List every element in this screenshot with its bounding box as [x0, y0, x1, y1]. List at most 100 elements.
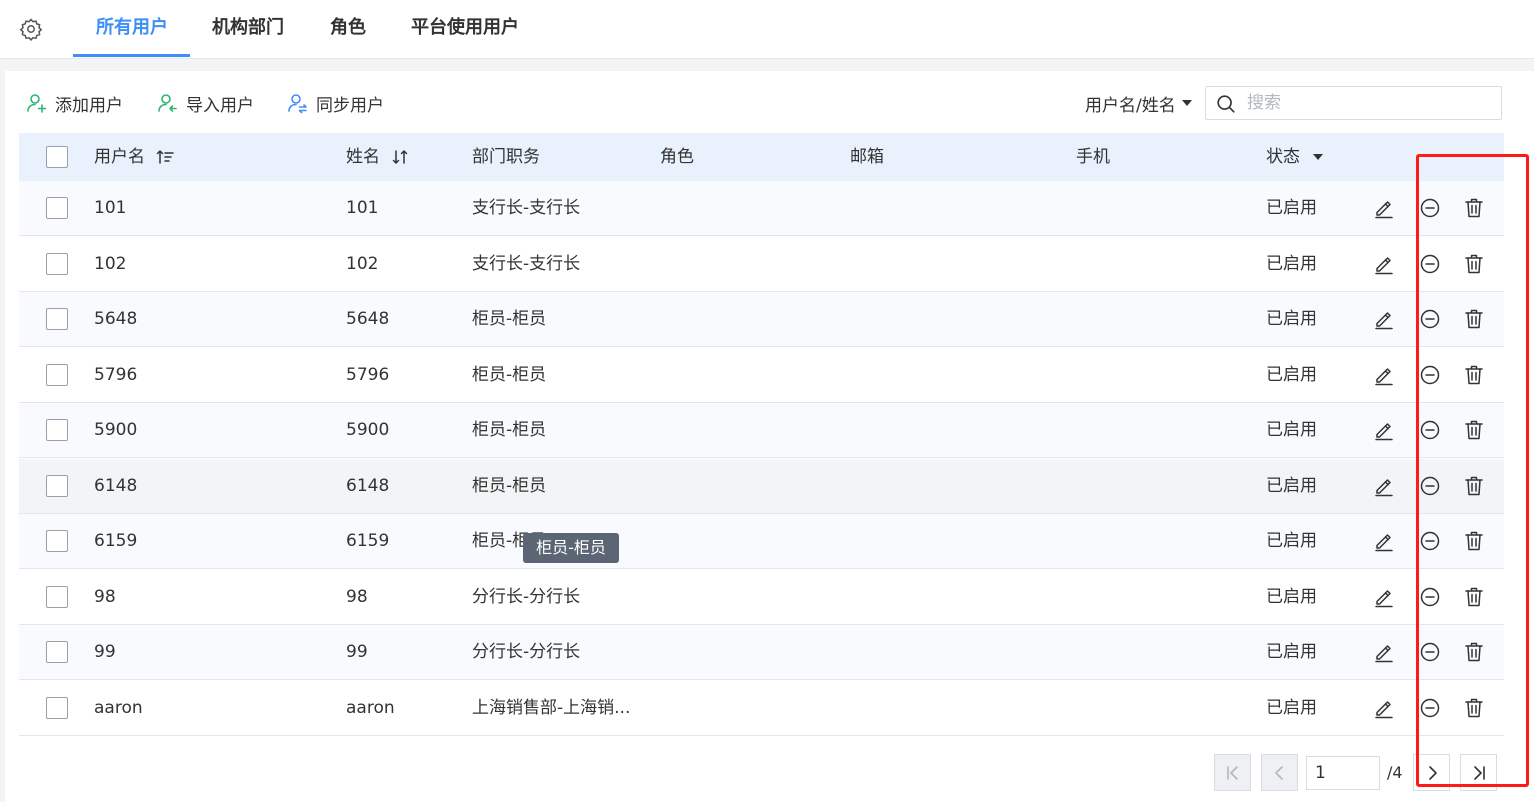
import-user-icon [158, 94, 177, 112]
edit-icon[interactable] [1372, 585, 1396, 609]
delete-icon[interactable] [1462, 196, 1486, 220]
sync-user-label: 同步用户 [316, 95, 384, 116]
disable-icon[interactable] [1418, 307, 1442, 331]
row-checkbox[interactable] [46, 197, 68, 219]
disable-icon[interactable] [1418, 418, 1442, 442]
caret-down-icon [1313, 154, 1324, 160]
edit-icon[interactable] [1372, 529, 1396, 553]
edit-icon[interactable] [1372, 252, 1396, 276]
import-user-button[interactable]: 导入用户 [156, 90, 254, 116]
first-page-button[interactable] [1214, 754, 1251, 791]
next-page-button[interactable] [1413, 754, 1450, 791]
row-checkbox[interactable] [46, 530, 68, 552]
sort-icon[interactable] [391, 149, 409, 165]
tab-departments[interactable]: 机构部门 [212, 0, 284, 58]
last-page-icon [1474, 766, 1485, 780]
page-number-input[interactable] [1306, 756, 1380, 790]
row-checkbox[interactable] [46, 419, 68, 441]
row-checkbox[interactable] [46, 585, 68, 608]
cell-username: aaron [94, 697, 143, 718]
delete-icon[interactable] [1462, 252, 1486, 276]
table-row[interactable]: 5796 5796 柜员-柜员 已启用 [19, 347, 1504, 403]
delete-icon[interactable] [1462, 696, 1486, 720]
edit-icon[interactable] [1372, 640, 1396, 664]
table-row[interactable]: 6148 6148 柜员-柜员 已启用 [19, 458, 1504, 514]
table-row[interactable]: 6159 6159 柜员-柜员 已启用 [19, 514, 1504, 569]
column-header-status[interactable]: 状态 [1266, 133, 1324, 181]
prev-page-icon [1275, 766, 1283, 780]
select-all-checkbox[interactable] [46, 146, 68, 168]
row-checkbox[interactable] [46, 252, 68, 275]
delete-icon[interactable] [1462, 640, 1486, 664]
column-header-name[interactable]: 姓名 [346, 133, 409, 181]
last-page-button[interactable] [1460, 754, 1497, 791]
row-checkbox[interactable] [46, 696, 68, 719]
edit-icon[interactable] [1372, 696, 1396, 720]
cell-dept: 分行长-分行长 [472, 642, 581, 662]
tab-platform-users[interactable]: 平台使用用户 [411, 0, 519, 58]
add-user-button[interactable]: 添加用户 [25, 90, 123, 116]
delete-icon[interactable] [1462, 529, 1486, 553]
disable-icon[interactable] [1418, 696, 1442, 720]
prev-page-button[interactable] [1261, 754, 1298, 791]
column-label-username: 用户名 [94, 147, 145, 167]
row-checkbox[interactable] [46, 308, 68, 330]
edit-icon[interactable] [1372, 418, 1396, 442]
row-checkbox[interactable] [46, 474, 68, 497]
cell-dept: 柜员-柜员 [472, 475, 547, 496]
delete-icon[interactable] [1462, 585, 1486, 609]
column-header-username[interactable]: 用户名 [94, 133, 175, 181]
tab-all-users[interactable]: 所有用户 [96, 0, 168, 58]
cell-username: 102 [94, 253, 127, 274]
table-row[interactable]: 101 101 支行长-支行长 已启用 [19, 181, 1504, 236]
next-page-icon [1429, 766, 1437, 780]
table-row[interactable]: 5900 5900 柜员-柜员 已启用 [19, 403, 1504, 458]
cell-status: 已启用 [1266, 420, 1317, 440]
sync-user-button[interactable]: 同步用户 [286, 90, 384, 116]
first-page-icon [1227, 766, 1238, 780]
gear-icon[interactable] [19, 17, 43, 41]
cell-status: 已启用 [1266, 642, 1317, 662]
disable-icon[interactable] [1418, 252, 1442, 276]
edit-icon[interactable] [1372, 474, 1396, 498]
delete-icon[interactable] [1462, 307, 1486, 331]
sort-icon[interactable] [156, 149, 175, 165]
disable-icon[interactable] [1418, 474, 1442, 498]
row-checkbox[interactable] [46, 641, 68, 663]
tab-roles[interactable]: 角色 [330, 0, 366, 58]
search-input[interactable] [1247, 87, 1497, 119]
search-field-select[interactable]: 用户名/姓名 [1085, 90, 1192, 116]
cell-dept: 柜员-柜员 [472, 364, 547, 385]
disable-icon[interactable] [1418, 529, 1442, 553]
cell-name: 6148 [346, 475, 390, 496]
cell-name: 5796 [346, 364, 390, 385]
disable-icon[interactable] [1418, 640, 1442, 664]
cell-name: 5648 [346, 309, 390, 329]
table-row[interactable]: 98 98 分行长-分行长 已启用 [19, 569, 1504, 625]
import-user-label: 导入用户 [186, 95, 254, 116]
delete-icon[interactable] [1462, 474, 1486, 498]
disable-icon[interactable] [1418, 196, 1442, 220]
sync-user-icon [288, 94, 307, 114]
cell-username: 99 [94, 642, 116, 662]
caret-down-icon [1181, 100, 1192, 106]
table-row[interactable]: 99 99 分行长-分行长 已启用 [19, 625, 1504, 680]
column-label-status: 状态 [1266, 147, 1300, 167]
disable-icon[interactable] [1418, 363, 1442, 387]
edit-icon[interactable] [1372, 363, 1396, 387]
delete-icon[interactable] [1462, 418, 1486, 442]
table-row[interactable]: 102 102 支行长-支行长 已启用 [19, 236, 1504, 292]
disable-icon[interactable] [1418, 585, 1442, 609]
edit-icon[interactable] [1372, 307, 1396, 331]
row-checkbox[interactable] [46, 363, 68, 386]
column-header-email: 邮箱 [850, 147, 884, 167]
cell-status: 已启用 [1266, 586, 1317, 607]
cell-username: 6148 [94, 475, 138, 496]
cell-dept: 柜员-柜员 [472, 420, 547, 440]
edit-icon[interactable] [1372, 196, 1396, 220]
search-field-label: 用户名/姓名 [1085, 95, 1176, 116]
table-row[interactable]: aaron aaron 上海销售部-上海销... 已启用 [19, 680, 1504, 736]
add-user-icon [27, 94, 47, 113]
delete-icon[interactable] [1462, 363, 1486, 387]
table-row[interactable]: 5648 5648 柜员-柜员 已启用 [19, 292, 1504, 347]
